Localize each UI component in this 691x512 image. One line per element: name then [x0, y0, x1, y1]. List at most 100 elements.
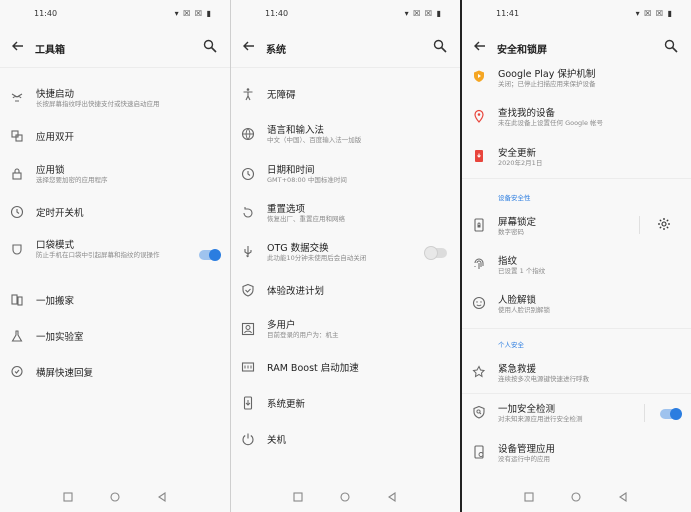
- home-icon[interactable]: [109, 491, 121, 503]
- item-subtitle: 选择您要加密的应用程序: [36, 176, 108, 184]
- list-item-find-my-device[interactable]: 查找我的设备 未在此设备上设置任何 Google 帐号: [462, 105, 691, 133]
- back-arrow-icon[interactable]: [10, 38, 26, 54]
- security-screen: 11:41 ▾ ☒ ☒ ▮ 安全和锁屏 Google Play 保护机制 关闭；…: [462, 0, 691, 512]
- list-item-google-play-protect[interactable]: Google Play 保护机制 关闭；已停止扫描应用来保护设备: [462, 66, 691, 94]
- list-item-device-admin[interactable]: 设备管理应用 没有运行中的应用: [462, 441, 691, 469]
- list-item-otg[interactable]: OTG 数据交换 此功能10分钟未使用后会自动关闭: [231, 240, 460, 270]
- list-item-quick-reply[interactable]: 横屏快速回复: [0, 364, 230, 384]
- item-subtitle: 此功能10分钟未使用后会自动关闭: [267, 254, 367, 262]
- list-item-power-off[interactable]: 关机: [231, 431, 460, 451]
- item-title: 体验改进计划: [267, 286, 325, 297]
- clock-icon: [241, 167, 255, 181]
- page-title: 工具箱: [35, 45, 65, 56]
- item-subtitle: 恢复出厂、重置应用和网络: [267, 215, 345, 223]
- item-subtitle: 目前登录的用户为：机主: [267, 331, 339, 339]
- item-title: 人脸解锁: [498, 295, 537, 306]
- item-title: 横屏快速回复: [36, 368, 94, 379]
- item-title: OTG 数据交换: [267, 243, 329, 254]
- list-item-scheduled-power[interactable]: 定时开关机: [0, 204, 230, 224]
- item-divider: [644, 404, 645, 422]
- recents-icon[interactable]: [523, 491, 535, 503]
- security-scan-icon: [473, 405, 485, 419]
- phone-lock-icon: [474, 218, 484, 232]
- lock-icon: [12, 168, 22, 180]
- face-icon: [472, 296, 486, 310]
- item-title: 关机: [267, 435, 287, 446]
- clone-phone-icon: [11, 294, 23, 306]
- list-item-pocket-mode[interactable]: 口袋模式 防止手机在口袋中引起屏幕和指纹的误操作: [0, 237, 230, 273]
- pocket-mode-toggle[interactable]: [199, 249, 221, 261]
- item-title: 一加安全检测: [498, 404, 556, 415]
- item-title: Google Play 保护机制: [498, 69, 596, 80]
- list-item-parallel-apps[interactable]: 应用双开: [0, 128, 230, 148]
- parallel-apps-icon: [11, 130, 23, 142]
- item-separator: [462, 393, 691, 394]
- ram-icon: [241, 362, 255, 372]
- emergency-icon: [472, 365, 486, 378]
- gear-icon[interactable]: [657, 217, 671, 231]
- toggle-knob: [209, 249, 221, 261]
- section-divider: [462, 328, 691, 329]
- list-item-security-scan[interactable]: 一加安全检测 对未知来源应用进行安全检测: [462, 401, 691, 429]
- list-item-quick-launch[interactable]: 快捷启动 长按屏幕指纹呼出快捷支付或快速启动应用: [0, 86, 230, 116]
- item-title: 口袋模式: [36, 240, 75, 251]
- item-title: 快捷启动: [36, 89, 75, 100]
- back-arrow-icon[interactable]: [472, 38, 488, 54]
- status-icons: ▾ ☒ ☒ ▮: [635, 9, 673, 18]
- app-bar: 工具箱: [0, 28, 230, 68]
- search-icon[interactable]: [663, 38, 679, 54]
- list-item-clone-phone[interactable]: 一加搬家: [0, 292, 230, 312]
- item-title: 屏幕锁定: [498, 217, 537, 228]
- item-title: 安全更新: [498, 148, 537, 159]
- back-arrow-icon[interactable]: [241, 38, 257, 54]
- recents-icon[interactable]: [62, 491, 74, 503]
- recents-icon[interactable]: [292, 491, 304, 503]
- home-icon[interactable]: [570, 491, 582, 503]
- system-screen: 11:40 ▾ ☒ ☒ ▮ 系统 无障碍 语言和输入法 中文（中国）、百度输入法…: [231, 0, 460, 512]
- status-bar: 11:40 ▾ ☒ ☒ ▮: [231, 0, 460, 28]
- item-subtitle: 防止手机在口袋中引起屏幕和指纹的误操作: [36, 251, 160, 259]
- item-divider: [639, 216, 640, 234]
- list-item-screen-lock[interactable]: 屏幕锁定 数字密码: [462, 214, 691, 242]
- status-icons: ▾ ☒ ☒ ▮: [174, 9, 212, 18]
- list-item-lab[interactable]: 一加实验室: [0, 328, 230, 348]
- list-item-emergency-rescue[interactable]: 紧急救援 连续按多次电源键快速进行呼救: [462, 361, 691, 389]
- item-subtitle: 数字密码: [498, 228, 524, 236]
- back-nav-icon[interactable]: [386, 491, 398, 503]
- item-subtitle: 使用人脸识别解锁: [498, 306, 550, 314]
- item-subtitle: 已设置 1 个指纹: [498, 267, 546, 275]
- security-update-icon: [475, 150, 483, 162]
- device-admin-icon: [474, 445, 484, 459]
- list-item-face-unlock[interactable]: 人脸解锁 使用人脸识别解锁: [462, 292, 691, 320]
- list-item-language[interactable]: 语言和输入法 中文（中国）、百度输入法一加版: [231, 122, 460, 152]
- toggle-knob: [425, 247, 437, 259]
- back-nav-icon[interactable]: [617, 491, 629, 503]
- item-subtitle: 没有运行中的应用: [498, 455, 550, 463]
- list-item-app-lock[interactable]: 应用锁 选择您要加密的应用程序: [0, 162, 230, 192]
- list-item-system-update[interactable]: 系统更新: [231, 395, 460, 415]
- list-item-accessibility[interactable]: 无障碍: [231, 86, 460, 106]
- security-scan-toggle[interactable]: [660, 408, 682, 420]
- list-item-date-time[interactable]: 日期和时间 GMT+08:00 中国标准时间: [231, 162, 460, 192]
- flask-icon: [11, 330, 23, 342]
- item-title: 语言和输入法: [267, 125, 325, 136]
- search-icon[interactable]: [432, 38, 448, 54]
- list-item-multi-user[interactable]: 多用户 目前登录的用户为：机主: [231, 317, 460, 347]
- item-subtitle: 未在此设备上设置任何 Google 帐号: [498, 119, 604, 127]
- otg-toggle[interactable]: [425, 247, 447, 259]
- status-bar: 11:41 ▾ ☒ ☒ ▮: [462, 0, 691, 28]
- list-item-fingerprint[interactable]: 指纹 已设置 1 个指纹: [462, 253, 691, 281]
- item-title: 日期和时间: [267, 165, 315, 176]
- back-nav-icon[interactable]: [156, 491, 168, 503]
- toggle-knob: [670, 408, 682, 420]
- home-icon[interactable]: [339, 491, 351, 503]
- item-title: 重置选项: [267, 204, 306, 215]
- reset-icon: [243, 207, 253, 218]
- list-item-security-update[interactable]: 安全更新 2020年2月1日: [462, 145, 691, 173]
- item-title: 一加搬家: [36, 296, 75, 307]
- list-item-ram-boost[interactable]: RAM Boost 启动加速: [231, 359, 460, 379]
- item-subtitle: 2020年2月1日: [498, 159, 543, 167]
- search-icon[interactable]: [202, 38, 218, 54]
- list-item-experience-program[interactable]: 体验改进计划: [231, 282, 460, 302]
- list-item-reset[interactable]: 重置选项 恢复出厂、重置应用和网络: [231, 201, 460, 231]
